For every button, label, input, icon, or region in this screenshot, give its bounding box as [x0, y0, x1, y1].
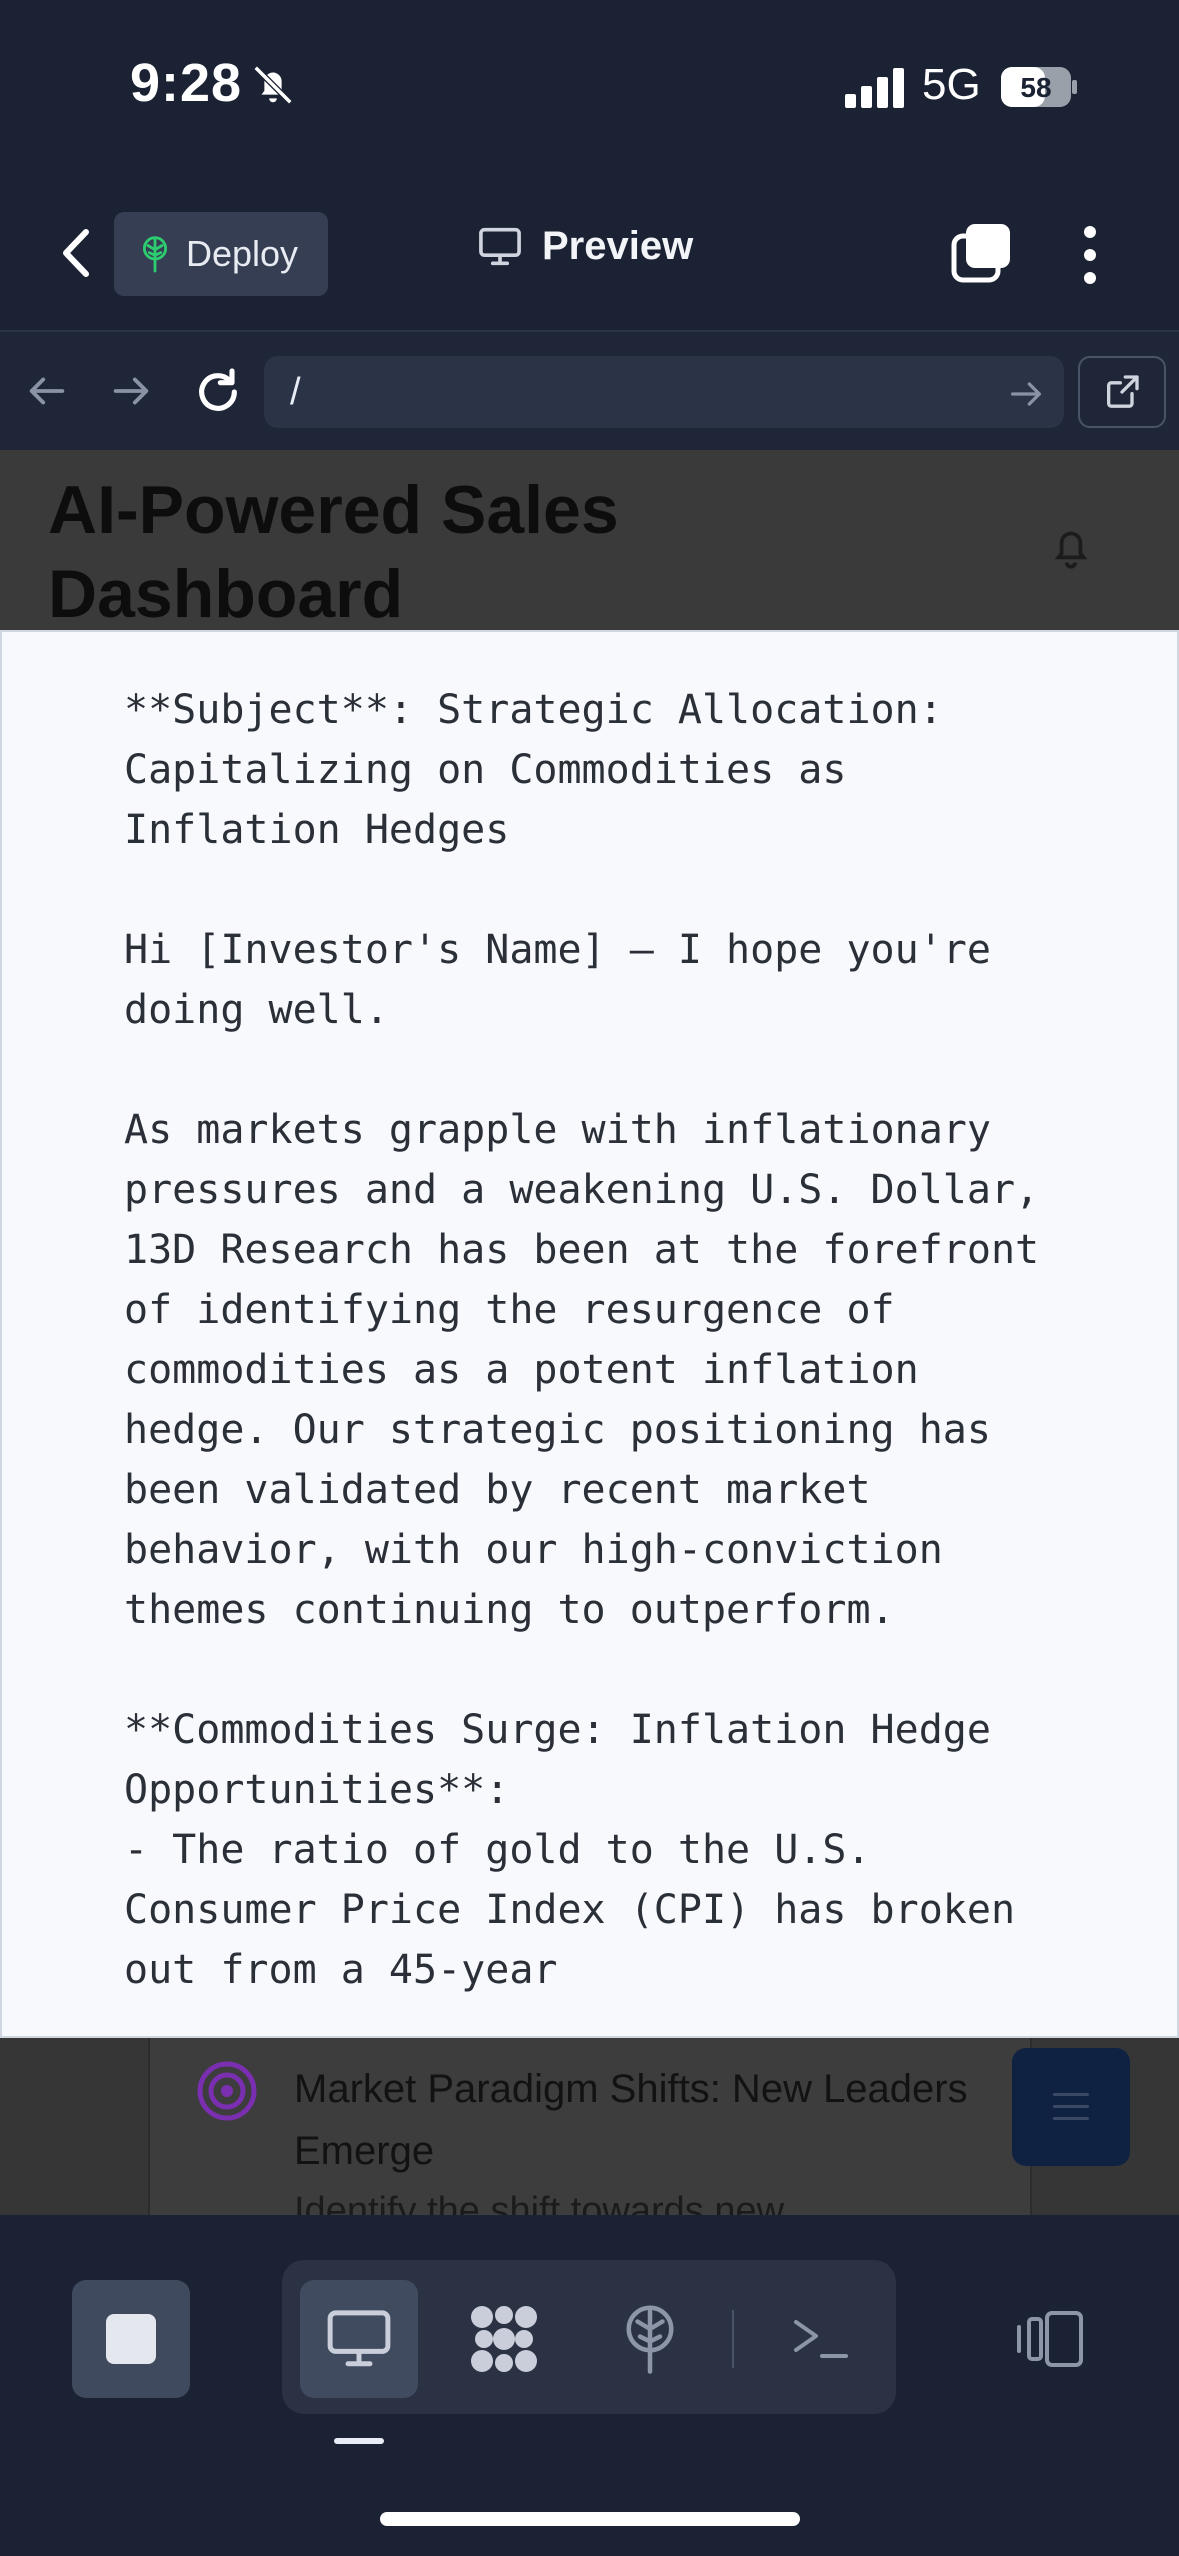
- deploy-button[interactable]: Deploy: [114, 212, 328, 296]
- tabs-button[interactable]: [950, 222, 1012, 284]
- arrow-left-icon: [29, 377, 65, 405]
- browser-back-button[interactable]: [24, 368, 70, 414]
- target-icon: [196, 2060, 258, 2122]
- terminal-icon: [794, 2320, 848, 2358]
- arrow-right-icon: [113, 377, 149, 405]
- preview-title: Preview: [478, 224, 693, 269]
- card-title: Market Paradigm Shifts: New Leaders Emer…: [294, 2067, 968, 2173]
- menu-fab-button[interactable]: [1012, 2048, 1130, 2166]
- battery-level: 58: [1020, 72, 1051, 103]
- home-indicator[interactable]: [380, 2512, 800, 2526]
- email-preview-modal[interactable]: **Subject**: Strategic Allocation: Capit…: [0, 630, 1179, 2038]
- battery-icon: 58: [1000, 66, 1078, 108]
- open-external-button[interactable]: [1078, 356, 1166, 428]
- url-input[interactable]: /: [264, 356, 1064, 428]
- bell-off-icon: [250, 62, 296, 108]
- page-title: AI-Powered Sales Dashboard: [48, 472, 619, 632]
- reload-button[interactable]: [190, 364, 246, 420]
- deploy-tree-icon: [626, 2305, 674, 2374]
- panel-layout-button[interactable]: [1000, 2280, 1100, 2398]
- notification-bell-icon[interactable]: [1046, 522, 1096, 572]
- monitor-icon: [327, 2310, 391, 2367]
- browser-forward-button[interactable]: [108, 368, 154, 414]
- status-time: 9:28: [130, 53, 243, 113]
- menu-icon: [1053, 2093, 1089, 2120]
- external-link-icon: [1107, 375, 1139, 408]
- preview-label: Preview: [542, 224, 694, 268]
- deploy-tree-icon: [142, 236, 168, 273]
- reload-icon: [199, 368, 237, 411]
- stop-icon: [106, 2314, 156, 2364]
- url-go-button[interactable]: [1006, 374, 1046, 414]
- url-text: /: [290, 370, 301, 413]
- chevron-left-icon: [63, 229, 89, 277]
- monitor-icon: [479, 227, 521, 265]
- panel-layout-icon: [1017, 2311, 1083, 2367]
- deploy-view-button[interactable]: [600, 2280, 700, 2398]
- toolbar-divider: [732, 2310, 734, 2368]
- shell-button[interactable]: [770, 2280, 870, 2398]
- email-body-text: **Subject**: Strategic Allocation: Capit…: [124, 687, 1040, 1993]
- deploy-label: Deploy: [186, 233, 299, 274]
- signal-icon: [845, 66, 907, 108]
- apps-icon: [471, 2306, 537, 2372]
- network-type: 5G: [922, 60, 981, 109]
- active-tab-indicator: [334, 2438, 384, 2444]
- more-options-button[interactable]: [1070, 222, 1110, 288]
- stop-button[interactable]: [72, 2280, 190, 2398]
- desktop-view-button[interactable]: [300, 2280, 418, 2398]
- more-vertical-icon: [1084, 226, 1096, 284]
- back-button[interactable]: [50, 218, 106, 288]
- arrow-right-icon: [1011, 382, 1041, 406]
- apps-button[interactable]: [454, 2280, 554, 2398]
- card-subtitle: Identify the shift towards new: [294, 2190, 785, 2215]
- tabs-icon: [951, 224, 1010, 283]
